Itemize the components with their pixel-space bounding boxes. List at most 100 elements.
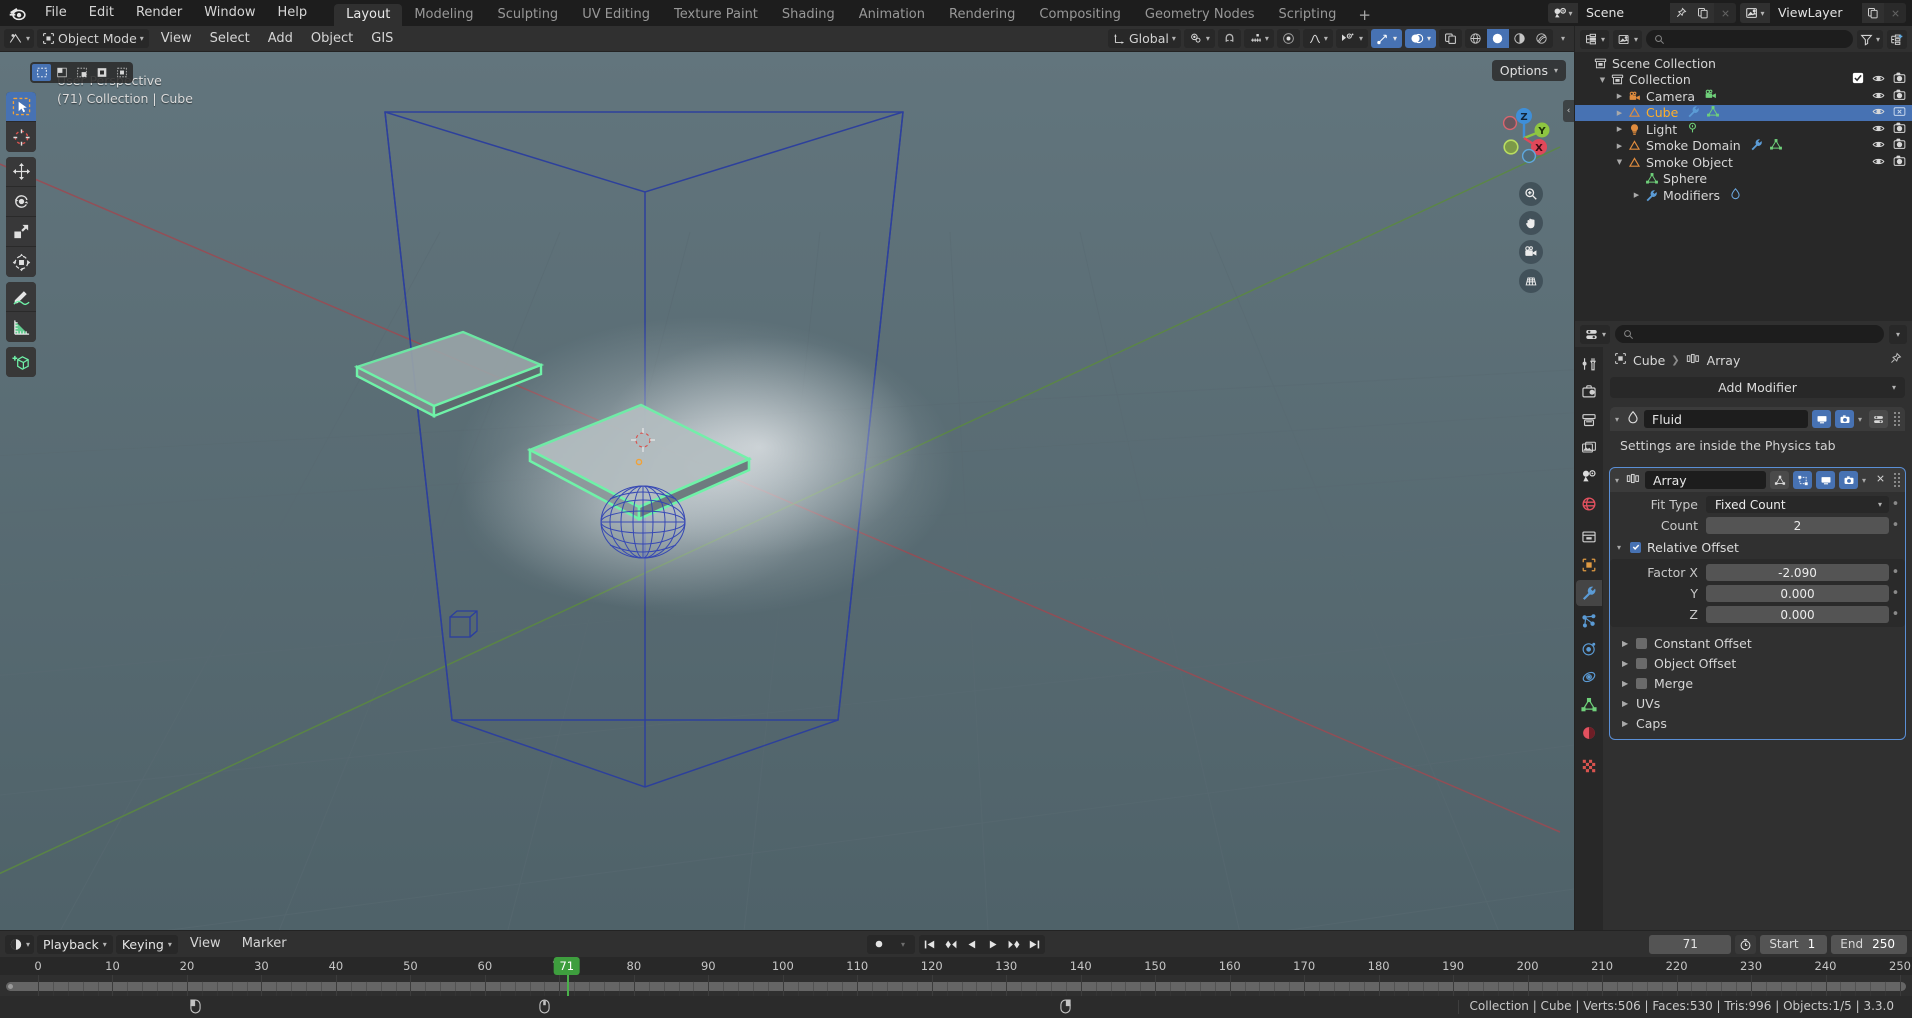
restrict-eye-icon[interactable]: [1872, 89, 1885, 104]
menu-file[interactable]: File: [34, 0, 78, 26]
section-uvs[interactable]: ▶ UVs: [1610, 693, 1905, 713]
modifier-wrench-icon[interactable]: [1687, 105, 1700, 121]
mesh-data-icon[interactable]: [1769, 138, 1783, 154]
scene-selector[interactable]: ▾ Scene: [1548, 3, 1736, 23]
data-tab[interactable]: [1576, 692, 1602, 718]
restrict-eye-icon[interactable]: [1872, 72, 1885, 87]
edit-mode-toggle[interactable]: [1793, 471, 1812, 489]
fluid-modifier-icon[interactable]: [1729, 187, 1742, 203]
pin-icon[interactable]: [1889, 352, 1905, 368]
add-modifier-button[interactable]: Add Modifier ▾: [1610, 377, 1905, 398]
viewport-menu-view[interactable]: View: [152, 26, 201, 52]
play-reverse-icon[interactable]: [961, 935, 982, 954]
tweak-select-tool[interactable]: [6, 92, 36, 122]
auto-keying-icon[interactable]: [867, 935, 891, 954]
3d-viewport[interactable]: User Perspective (71) Collection | Cube: [0, 52, 1574, 930]
timeline-ruler[interactable]: 0102030405060708090100110120130140150160…: [0, 957, 1912, 975]
collection-tab[interactable]: [1576, 524, 1602, 550]
start-frame-control[interactable]: Start 1: [1760, 934, 1828, 954]
play-icon[interactable]: [982, 935, 1003, 954]
section-caps[interactable]: ▶ Caps: [1610, 713, 1905, 733]
count-animate-dot[interactable]: •: [1889, 517, 1902, 534]
restrict-camera-icon[interactable]: [1893, 72, 1906, 87]
timeline-menu-marker[interactable]: Marker: [233, 931, 296, 957]
count-field[interactable]: 2: [1706, 517, 1889, 534]
menu-edit[interactable]: Edit: [78, 0, 125, 26]
disclosure-right-icon[interactable]: ▶: [1613, 92, 1626, 100]
modifier-header-array[interactable]: ▾ Array ▾: [1610, 468, 1905, 492]
outliner-row-sphere[interactable]: Sphere: [1575, 171, 1912, 188]
factor-z-field[interactable]: 0.000: [1706, 606, 1889, 623]
jump-to-prev-keyframe-icon[interactable]: [940, 935, 961, 954]
properties-search-input[interactable]: [1615, 325, 1884, 343]
constraints-tab[interactable]: [1576, 664, 1602, 690]
drag-handle[interactable]: [1894, 412, 1900, 426]
show-gizmo-icon[interactable]: ▾: [1335, 29, 1368, 48]
new-viewlayer-icon[interactable]: [1862, 3, 1884, 23]
workspace-tab-modeling[interactable]: Modeling: [402, 4, 485, 26]
outliner-row-light[interactable]: ▶ Light: [1575, 121, 1912, 138]
object-mode-dropdown[interactable]: Object Mode ▾: [37, 29, 149, 48]
jump-to-end-icon[interactable]: [1024, 935, 1045, 954]
workspace-tab-geometry-nodes[interactable]: Geometry Nodes: [1133, 4, 1267, 26]
workspace-tab-compositing[interactable]: Compositing: [1027, 4, 1133, 26]
section-checkbox[interactable]: [1636, 657, 1647, 669]
new-scene-icon[interactable]: [1692, 3, 1714, 23]
on-cage-toggle[interactable]: [1770, 471, 1789, 489]
factor-x-animate-dot[interactable]: •: [1889, 564, 1902, 581]
workspace-tab-texture-paint[interactable]: Texture Paint: [662, 4, 770, 26]
shading-wireframe[interactable]: [1465, 29, 1487, 48]
disclosure-down-icon[interactable]: ▼: [1613, 158, 1626, 166]
breadcrumb-modifier-label[interactable]: Array: [1707, 353, 1741, 368]
chevron-right-icon[interactable]: ▶: [1622, 699, 1629, 708]
rotate-tool[interactable]: [6, 187, 36, 217]
transport-buttons[interactable]: [919, 934, 1045, 954]
world-tab[interactable]: [1576, 491, 1602, 517]
disclosure-right-icon[interactable]: ▶: [1613, 142, 1626, 150]
workspace-tab-sculpting[interactable]: Sculpting: [485, 4, 570, 26]
display-in-viewport-toggle[interactable]: [1816, 471, 1835, 489]
viewlayer-selector[interactable]: ▾ ViewLayer: [1740, 3, 1906, 23]
unlink-viewlayer-icon[interactable]: [1884, 3, 1906, 23]
fit-type-animate-dot[interactable]: •: [1889, 496, 1902, 513]
scene-tab[interactable]: [1576, 463, 1602, 489]
measure-tool[interactable]: [6, 312, 36, 342]
fit-type-dropdown[interactable]: Fixed Count ▾: [1706, 496, 1889, 513]
outliner-row-smoke-domain[interactable]: ▶ Smoke Domain: [1575, 138, 1912, 155]
restrict-eye-icon[interactable]: [1872, 105, 1885, 120]
shading-options-caret[interactable]: ▾: [1556, 29, 1570, 48]
modifier-tab[interactable]: [1576, 580, 1602, 606]
annotate-tool[interactable]: [6, 282, 36, 312]
modifier-name-fluid[interactable]: Fluid: [1644, 410, 1808, 428]
render-toggle[interactable]: [1835, 410, 1854, 428]
timeline-menu-playback[interactable]: Playback ▾: [37, 934, 113, 954]
perspective-toggle-icon[interactable]: [1519, 269, 1543, 293]
timeline-playhead-label[interactable]: 71: [553, 957, 581, 975]
shading-material[interactable]: [1509, 29, 1531, 48]
modifier-extras-caret[interactable]: ▾: [1858, 415, 1865, 424]
restrict-camera-icon[interactable]: [1893, 122, 1906, 137]
disclosure-down-icon[interactable]: ▼: [1596, 76, 1609, 84]
chevron-down-icon[interactable]: ▾: [1615, 415, 1622, 424]
outliner-row-smoke-object[interactable]: ▼ Smoke Object: [1575, 154, 1912, 171]
cursor-tool[interactable]: [6, 122, 36, 152]
workspace-tab-shading[interactable]: Shading: [770, 4, 847, 26]
shading-modes[interactable]: [1464, 29, 1553, 48]
current-frame-field[interactable]: 71: [1649, 934, 1732, 954]
pin-icon[interactable]: [1670, 3, 1692, 23]
outliner-row-cube[interactable]: ▶ Cube: [1575, 104, 1912, 121]
editor-type-properties-icon[interactable]: ▾: [1580, 324, 1611, 344]
restrict-camera-icon[interactable]: [1893, 155, 1906, 170]
particles-tab[interactable]: [1576, 608, 1602, 634]
select-set-icon[interactable]: [32, 64, 51, 81]
select-subtract-icon[interactable]: [72, 64, 91, 81]
material-tab[interactable]: [1576, 720, 1602, 746]
menu-help[interactable]: Help: [267, 0, 319, 26]
select-intersect-icon[interactable]: [112, 64, 131, 81]
filter-icon[interactable]: ▾: [1856, 29, 1883, 49]
properties-options-caret[interactable]: ▾: [1888, 324, 1907, 344]
drag-handle[interactable]: [1894, 473, 1900, 487]
restrict-camera-icon[interactable]: [1893, 138, 1906, 153]
render-tab[interactable]: [1576, 379, 1602, 405]
section-merge[interactable]: ▶ Merge: [1610, 673, 1905, 693]
